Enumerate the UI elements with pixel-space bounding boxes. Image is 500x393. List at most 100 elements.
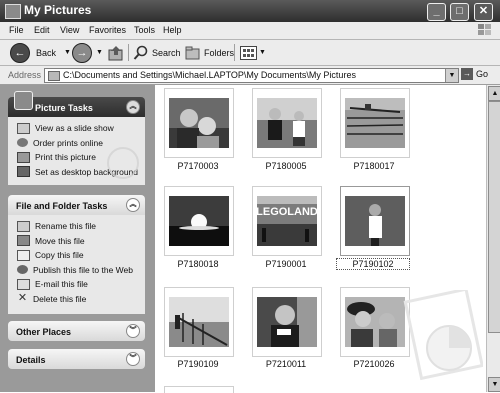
thumbnail-P7190001[interactable]: LEGOLAND: [252, 186, 322, 256]
scrollbar-thumb[interactable]: [488, 101, 500, 333]
task-label: Order prints online: [33, 137, 103, 148]
photo-image: [257, 297, 317, 347]
folder-icon: [5, 4, 21, 19]
details-header[interactable]: Details ︾: [8, 349, 145, 369]
details-title: Details: [16, 355, 46, 365]
other-places-header[interactable]: Other Places ︾: [8, 321, 145, 341]
folders-label: Folders: [204, 47, 235, 58]
window-title: My Pictures: [24, 3, 92, 17]
collapse-chevron-icon[interactable]: ︽: [126, 198, 140, 212]
picture-tasks-body: View as a slide show Order prints online…: [8, 117, 145, 185]
slideshow-icon: [17, 122, 30, 134]
photo-image: [345, 297, 405, 347]
thumbnail-caption: P7180017: [353, 161, 395, 171]
legoland-sign: LEGOLAND: [257, 206, 317, 218]
back-label: Back: [36, 47, 57, 58]
forward-button[interactable]: → ▼: [72, 42, 103, 63]
photo-image: [169, 196, 229, 246]
address-dropdown-icon[interactable]: ▼: [445, 69, 458, 82]
thumbnail-P7180005[interactable]: [252, 88, 322, 158]
thumbnail-P7210026[interactable]: [340, 287, 410, 357]
go-arrow-icon: →: [461, 68, 473, 80]
menu-bar: File Edit View Favorites Tools Help: [0, 22, 500, 40]
menu-file[interactable]: File: [9, 25, 24, 35]
close-button[interactable]: ✕: [474, 3, 493, 21]
thumbnail-P7180018[interactable]: [164, 186, 234, 256]
thumbnail-caption-selected: P7190102: [336, 258, 410, 270]
task-delete-file[interactable]: ✕ Delete this file: [8, 292, 145, 307]
forward-arrow-icon: →: [72, 42, 92, 63]
up-folder-icon: [108, 45, 123, 60]
delete-x-icon: ✕: [17, 292, 28, 305]
other-places-panel: Other Places ︾: [8, 321, 145, 341]
task-copy-file[interactable]: Copy this file: [8, 248, 145, 263]
forward-dropdown-icon[interactable]: ▼: [96, 49, 103, 56]
task-pane: Picture Tasks ︽ View as a slide show Ord…: [0, 85, 155, 392]
photo-image: LEGOLAND: [257, 196, 317, 246]
menu-favorites[interactable]: Favorites: [89, 25, 126, 35]
back-dropdown-icon[interactable]: ▼: [64, 49, 71, 56]
expand-chevron-icon[interactable]: ︾: [126, 352, 140, 366]
thumbnail-P7190102[interactable]: [340, 186, 410, 256]
menu-tools[interactable]: Tools: [134, 25, 155, 35]
scroll-up-icon[interactable]: ▲: [488, 86, 500, 101]
thumbnail-caption: P7210011: [265, 359, 307, 369]
minimize-button[interactable]: _: [427, 3, 446, 21]
file-folder-tasks-header[interactable]: File and Folder Tasks ︽: [8, 195, 145, 215]
photo-image: [169, 98, 229, 148]
file-view: P7170003 P7180005 P7180017 P7180018 LEGO…: [155, 85, 486, 393]
task-email-file[interactable]: E-mail this file: [8, 277, 145, 292]
address-input[interactable]: C:\Documents and Settings\Michael.LAPTOP…: [44, 68, 459, 83]
search-label: Search: [152, 47, 181, 58]
task-label: Move this file: [35, 235, 85, 246]
task-move-file[interactable]: Move this file: [8, 234, 145, 249]
folders-button[interactable]: Folders: [185, 43, 234, 62]
thumbnail-P7210011[interactable]: [252, 287, 322, 357]
task-rename-file[interactable]: Rename this file: [8, 219, 145, 234]
thumbnail-caption: P7210026: [353, 359, 395, 369]
task-label: Delete this file: [33, 293, 87, 304]
address-bar: Address C:\Documents and Settings\Michae…: [0, 66, 500, 85]
task-label: Print this picture: [35, 152, 96, 163]
expand-chevron-icon[interactable]: ︾: [126, 324, 140, 338]
desktop-icon: [17, 166, 30, 178]
menu-view[interactable]: View: [60, 25, 79, 35]
details-panel: Details ︾: [8, 349, 145, 369]
windows-logo-icon: [478, 24, 491, 35]
scroll-down-icon[interactable]: ▼: [488, 377, 500, 392]
go-button[interactable]: → Go: [461, 68, 488, 80]
task-label: E-mail this file: [35, 279, 88, 290]
picture-tasks-title: Picture Tasks: [35, 103, 93, 113]
other-places-title: Other Places: [16, 327, 72, 337]
views-icon: [240, 45, 257, 60]
copy-icon: [17, 249, 30, 261]
back-arrow-icon: ←: [10, 42, 30, 63]
maximize-button[interactable]: □: [450, 3, 469, 21]
picture-tasks-header[interactable]: Picture Tasks ︽: [8, 91, 145, 117]
task-view-slide-show[interactable]: View as a slide show: [8, 121, 145, 136]
thumbnail-P7180017[interactable]: [340, 88, 410, 158]
collapse-chevron-icon[interactable]: ︽: [126, 100, 140, 114]
file-folder-tasks-panel: File and Folder Tasks ︽ Rename this file…: [8, 195, 145, 314]
thumbnail-P7190109[interactable]: [164, 287, 234, 357]
folder-watermark-icon: [403, 290, 483, 381]
menu-help[interactable]: Help: [163, 25, 182, 35]
photo-image: [345, 98, 405, 148]
thumbnail-P7170003[interactable]: [164, 88, 234, 158]
search-button[interactable]: Search: [133, 43, 181, 62]
email-icon: [17, 278, 30, 290]
views-button[interactable]: ▼: [240, 43, 266, 62]
thumbnail-caption: P7170003: [177, 161, 219, 171]
file-folder-tasks-title: File and Folder Tasks: [16, 201, 108, 211]
explorer-window: My Pictures _ □ ✕ File Edit View Favorit…: [0, 0, 500, 393]
task-label: Publish this file to the Web: [33, 264, 134, 275]
vertical-scrollbar[interactable]: ▲ ▼: [486, 85, 500, 392]
back-button[interactable]: ← Back ▼: [10, 42, 71, 63]
title-bar[interactable]: My Pictures _ □ ✕: [0, 0, 500, 23]
photo-image: [169, 297, 229, 347]
thumbnail-caption: P7190001: [265, 259, 307, 269]
menu-edit[interactable]: Edit: [34, 25, 50, 35]
up-folder-button[interactable]: [107, 43, 125, 62]
task-publish-web[interactable]: Publish this file to the Web: [8, 263, 145, 278]
views-dropdown-icon: ▼: [259, 49, 266, 56]
